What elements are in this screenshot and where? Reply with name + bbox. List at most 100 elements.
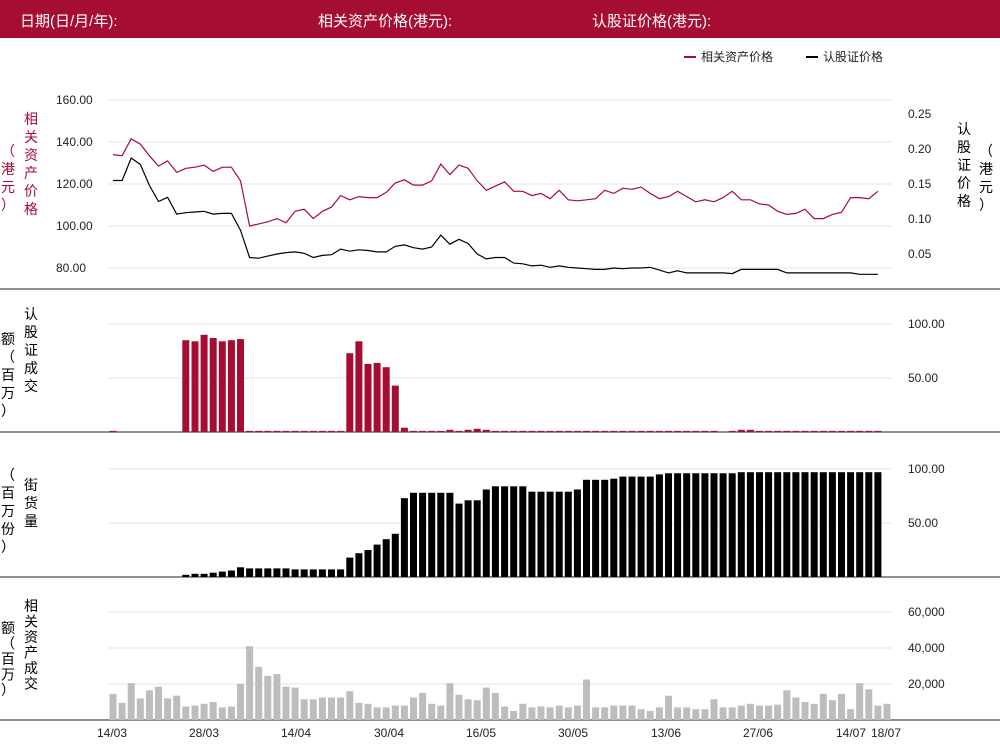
ylabel-outstanding: 街货量 bbox=[24, 478, 38, 530]
ylabel-warrant-turnover-char-0: 认 bbox=[24, 307, 38, 323]
bar-warrant-turnover-74 bbox=[783, 430, 791, 432]
bar-warrant-turnover-33 bbox=[410, 430, 417, 432]
bar-asset-turnover-78 bbox=[819, 693, 827, 720]
bar-asset-turnover-35 bbox=[428, 703, 436, 720]
bar-warrant-turnover-36 bbox=[437, 430, 445, 432]
ylabel-outstanding-unit-char-4: ） bbox=[1, 540, 15, 556]
ylabel-warrant-turnover-unit-char-2: 百 bbox=[1, 368, 15, 384]
bar-outstanding-9 bbox=[191, 573, 199, 577]
bar-asset-turnover-42 bbox=[491, 693, 499, 720]
bar-outstanding-66 bbox=[710, 473, 718, 577]
bar-outstanding-10 bbox=[200, 573, 208, 577]
bar-asset-turnover-30 bbox=[382, 707, 390, 720]
bar-warrant-turnover-14 bbox=[237, 339, 244, 432]
bar-outstanding-77 bbox=[810, 472, 818, 577]
bar-warrant-turnover-35 bbox=[428, 430, 436, 432]
ylabel-left-price-char-3: 产 bbox=[24, 166, 38, 182]
bar-warrant-turnover-8 bbox=[182, 340, 190, 432]
warrant-price-label: 认股证价格(港元): bbox=[592, 13, 712, 30]
bar-asset-turnover-0 bbox=[109, 693, 117, 720]
bar-warrant-turnover-57 bbox=[628, 430, 636, 432]
chart-area: 80.00 100.00 120.00 140.00 160.00 0.05 0.10 0.1… bbox=[0, 49, 1000, 740]
bar-warrant-turnover-71 bbox=[756, 430, 763, 432]
bar-asset-turnover-6 bbox=[164, 698, 172, 720]
bar-asset-turnover-66 bbox=[710, 699, 718, 720]
ylabel-warrant-turnover-unit-char-4: ） bbox=[1, 404, 15, 420]
bar-outstanding-50 bbox=[564, 491, 572, 577]
bar-warrant-turnover-42 bbox=[491, 430, 499, 432]
bar-warrant-turnover-62 bbox=[674, 430, 682, 432]
bar-warrant-turnover-66 bbox=[710, 430, 718, 432]
bar-outstanding-16 bbox=[255, 568, 263, 577]
bar-warrant-turnover-50 bbox=[564, 430, 572, 432]
ytick-right-3: 0.20 bbox=[908, 142, 932, 156]
bar-outstanding-33 bbox=[410, 492, 417, 577]
bar-outstanding-61 bbox=[665, 473, 672, 577]
bar-warrant-turnover-77 bbox=[810, 430, 818, 432]
bar-outstanding-21 bbox=[300, 569, 308, 577]
bar-asset-turnover-36 bbox=[437, 705, 445, 720]
bar-warrant-turnover-32 bbox=[400, 427, 408, 432]
bar-warrant-turnover-82 bbox=[856, 430, 864, 432]
bar-outstanding-28 bbox=[364, 550, 372, 577]
bar-outstanding-39 bbox=[464, 500, 472, 577]
bar-asset-turnover-29 bbox=[373, 707, 381, 720]
ytick-left-1: 100.00 bbox=[56, 219, 93, 233]
ylabel-left-price-unit-char-3: ） bbox=[1, 198, 15, 214]
bar-asset-turnover-15 bbox=[246, 646, 254, 720]
bar-outstanding-17 bbox=[264, 568, 272, 577]
bar-warrant-turnover-52 bbox=[583, 430, 590, 432]
bar-warrant-turnover-30 bbox=[382, 367, 390, 432]
ylabel-asset-turnover-char-4: 成 bbox=[24, 661, 38, 677]
bar-asset-turnover-61 bbox=[665, 695, 672, 720]
bar-warrant-turnover-46 bbox=[528, 430, 536, 432]
bar-warrant-turnover-79 bbox=[828, 430, 836, 432]
bar-warrant-turnover-13 bbox=[227, 340, 235, 432]
ytick-asset-turnover-1: 40,000 bbox=[908, 641, 945, 655]
axis-labels: 相关资产价格（港元）认股证价格（港元）认股证成交额（百万）街货量（百万份）相关资… bbox=[1, 112, 993, 699]
bar-outstanding-62 bbox=[674, 473, 682, 577]
bar-asset-turnover-82 bbox=[856, 683, 864, 720]
bar-warrant-turnover-16 bbox=[255, 430, 263, 432]
bar-warrant-turnover-38 bbox=[455, 430, 463, 432]
bar-asset-turnover-4 bbox=[145, 690, 153, 720]
bar-asset-turnover-41 bbox=[482, 687, 490, 720]
bar-asset-turnover-75 bbox=[792, 697, 800, 720]
bar-asset-turnover-25 bbox=[337, 697, 345, 720]
bar-outstanding-55 bbox=[610, 478, 618, 577]
bar-warrant-turnover-0 bbox=[109, 430, 117, 432]
bar-warrant-turnover-61 bbox=[665, 430, 672, 432]
ylabel-right-price-unit-char-3: ） bbox=[979, 198, 993, 214]
bar-asset-turnover-71 bbox=[756, 705, 763, 720]
ylabel-asset-turnover-unit-char-0: 额 bbox=[1, 621, 15, 637]
bar-asset-turnover-22 bbox=[309, 699, 317, 720]
bar-warrant-turnover-80 bbox=[838, 430, 845, 432]
bar-outstanding-36 bbox=[437, 492, 445, 577]
bar-outstanding-46 bbox=[528, 491, 536, 577]
bar-warrant-turnover-70 bbox=[746, 429, 754, 432]
bar-outstanding-58 bbox=[637, 476, 645, 577]
bar-asset-turnover-24 bbox=[328, 697, 335, 720]
bar-asset-turnover-56 bbox=[619, 705, 627, 720]
bar-warrant-turnover-29 bbox=[373, 362, 381, 432]
xtick-label-2: 14/04 bbox=[281, 726, 311, 740]
bar-asset-turnover-7 bbox=[173, 695, 181, 720]
xtick-label-6: 13/06 bbox=[651, 726, 681, 740]
asset-price-label: 相关资产价格(港元): bbox=[318, 13, 453, 30]
ytick-outstanding-1: 100.00 bbox=[908, 462, 945, 476]
bar-asset-turnover-26 bbox=[346, 691, 354, 720]
bar-asset-turnover-45 bbox=[519, 703, 527, 720]
bar-outstanding-14 bbox=[237, 567, 244, 577]
bar-warrant-turnover-41 bbox=[482, 429, 490, 432]
bar-warrant-turnover-64 bbox=[692, 430, 700, 432]
ylabel-asset-turnover-unit-char-4: ） bbox=[1, 683, 15, 699]
ytick-warrant-turnover-1: 100.00 bbox=[908, 317, 945, 331]
bar-warrant-turnover-24 bbox=[328, 430, 335, 432]
bar-warrant-turnover-81 bbox=[847, 430, 855, 432]
bar-asset-turnover-73 bbox=[774, 704, 782, 720]
ylabel-right-price-char-0: 认 bbox=[957, 122, 971, 138]
ylabel-warrant-turnover-char-1: 股 bbox=[24, 325, 38, 341]
bar-asset-turnover-28 bbox=[364, 703, 372, 720]
bar-outstanding-34 bbox=[419, 492, 427, 577]
bar-warrant-turnover-83 bbox=[865, 430, 873, 432]
